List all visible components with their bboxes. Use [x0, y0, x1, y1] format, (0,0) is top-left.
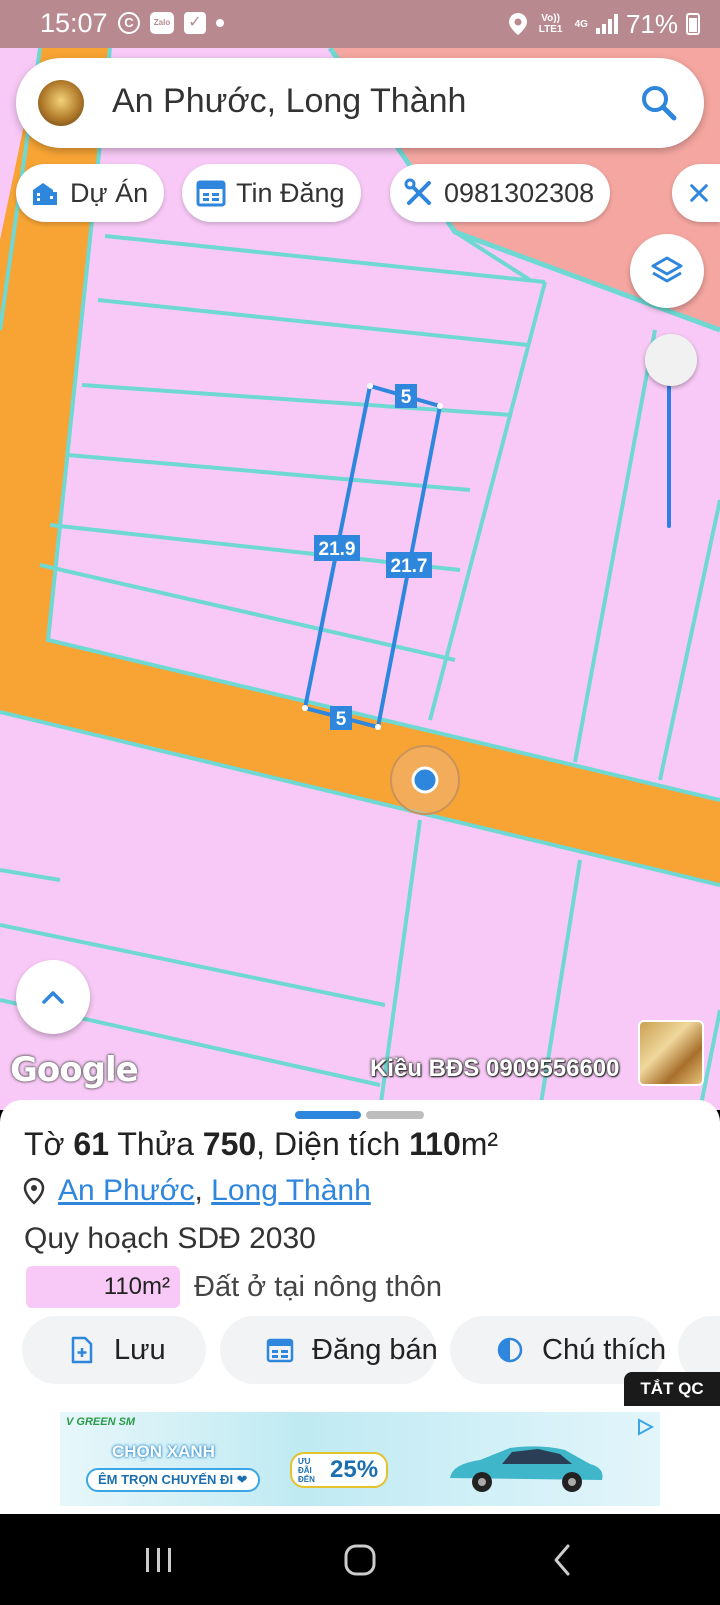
- legend-label: Đất ở tại nông thôn: [194, 1270, 442, 1303]
- calendar-icon: [196, 180, 226, 207]
- area-unit: m²: [460, 1126, 499, 1162]
- back-icon[interactable]: [548, 1538, 576, 1582]
- area-value: 110: [409, 1126, 461, 1162]
- system-nav-bar: [0, 1514, 720, 1605]
- lot-label-top: 5: [401, 387, 412, 408]
- legend-button-label: Chú thích: [542, 1333, 667, 1366]
- district-link[interactable]: Long Thành: [211, 1174, 371, 1208]
- home-icon[interactable]: [340, 1538, 380, 1582]
- lot-label-bottom: 5: [336, 709, 347, 730]
- lot-label-right: 21.7: [391, 556, 428, 577]
- ad-choices-icon[interactable]: [636, 1418, 654, 1436]
- signal-icon: [595, 14, 618, 34]
- half-circle-icon: [497, 1337, 523, 1363]
- save-label: Lưu: [114, 1333, 166, 1366]
- watermark-text: Kiều BĐS 0909556600: [370, 1055, 620, 1082]
- ad-offer: ƯU ĐÃI ĐẾN 25%: [290, 1452, 389, 1488]
- area-label: , Diện tích: [256, 1126, 401, 1162]
- google-logo: Google: [10, 1050, 139, 1090]
- lot-label: Thửa: [117, 1126, 194, 1162]
- building-icon: [33, 183, 57, 205]
- status-time: 15:07: [40, 8, 108, 38]
- sheet-label: Tờ: [24, 1126, 65, 1162]
- ad-offer-value: 25%: [330, 1456, 379, 1483]
- chip-phone[interactable]: 0981302308: [390, 164, 611, 222]
- chip-label: Tin Đăng: [236, 177, 345, 208]
- search-bar[interactable]: An Phước, Long Thành: [16, 58, 704, 148]
- legend-swatch: 110m²: [26, 1266, 180, 1308]
- calendar-post-icon: [266, 1338, 294, 1363]
- sheet-handle-inactive[interactable]: [366, 1111, 424, 1119]
- save-file-icon: [71, 1336, 93, 1364]
- ad-banner[interactable]: V GREEN SM CHỌN XANH ÊM TRỌN CHUYẾN ĐI ❤…: [60, 1412, 660, 1506]
- lot-number: 750: [202, 1126, 257, 1162]
- status-bar: 15:07 C Zalo ✓ Vo)) LTE1 4G 71%: [0, 0, 720, 48]
- 4g-indicator: 4G: [574, 18, 588, 30]
- current-location-dot[interactable]: [411, 766, 439, 794]
- chip-du-an[interactable]: Dự Án: [16, 164, 165, 222]
- post-sale-label: Đăng bán: [312, 1333, 438, 1366]
- dot-icon: [216, 19, 224, 27]
- location-separator: ,: [194, 1174, 203, 1207]
- recent-apps-icon[interactable]: [140, 1538, 176, 1582]
- location-pin-icon: [508, 13, 527, 35]
- ad-headline: CHỌN XANH: [112, 1442, 215, 1461]
- expand-up-button[interactable]: [16, 960, 90, 1034]
- zalo-icon: Zalo: [150, 12, 174, 34]
- tools-icon: [404, 178, 431, 205]
- photo-thumbnail[interactable]: [638, 1020, 704, 1086]
- sheet-handle-active[interactable]: [295, 1111, 361, 1119]
- volte-indicator: Vo)) LTE1: [538, 13, 563, 35]
- avatar[interactable]: [38, 80, 84, 126]
- chevron-up-icon: [42, 991, 64, 1004]
- plan-title: Quy hoạch SDĐ 2030: [24, 1222, 316, 1255]
- parcel-summary: Tờ 61 Thửa 750, Diện tích 110m²: [24, 1126, 498, 1163]
- c-app-icon: C: [118, 12, 140, 34]
- car-illustration: [450, 1446, 603, 1492]
- sheet-number: 61: [73, 1126, 110, 1162]
- road-horizontal: [0, 640, 720, 885]
- ad-container: V GREEN SM CHỌN XANH ÊM TRỌN CHUYẾN ĐI ❤…: [0, 1402, 720, 1514]
- layers-button[interactable]: [630, 234, 704, 308]
- battery-percent: 71%: [625, 8, 678, 39]
- lot-label-left: 21.9: [319, 539, 356, 560]
- ad-offer-label: ƯU ĐÃI ĐẾN: [298, 1456, 315, 1484]
- save-button[interactable]: Lưu: [22, 1316, 206, 1384]
- location-pin-icon: [23, 1177, 45, 1205]
- post-sale-button[interactable]: Đăng bán: [220, 1316, 438, 1384]
- opacity-slider-thumb[interactable]: [645, 334, 697, 386]
- parcel-info-sheet: Tờ 61 Thửa 750, Diện tích 110m² An Phước…: [0, 1100, 720, 1402]
- checkbox-notification-icon: ✓: [184, 12, 206, 34]
- ad-brand: V GREEN SM: [66, 1416, 136, 1428]
- search-icon[interactable]: [636, 80, 682, 126]
- ad-subline: ÊM TRỌN CHUYẾN ĐI ❤: [86, 1468, 260, 1492]
- legend-row: 110m² Đất ở tại nông thôn: [26, 1266, 442, 1308]
- close-ad-button[interactable]: TẮT QC: [624, 1372, 720, 1406]
- layers-icon: [651, 256, 683, 283]
- chip-label: 0981302308: [444, 177, 595, 208]
- search-title[interactable]: An Phước, Long Thành: [112, 82, 466, 121]
- ward-link[interactable]: An Phước: [58, 1174, 194, 1208]
- chip-label: Dự Án: [70, 177, 149, 208]
- tools-icon: [690, 184, 708, 202]
- location-line: An Phước, Long Thành: [22, 1174, 371, 1208]
- chip-tin-dang[interactable]: Tin Đăng: [182, 164, 361, 222]
- battery-icon: [686, 13, 700, 35]
